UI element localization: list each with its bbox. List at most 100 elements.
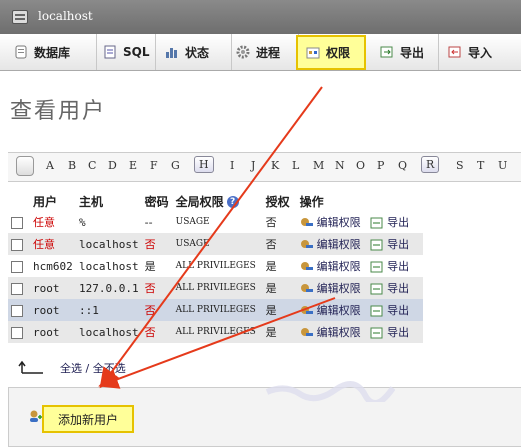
letter-link[interactable]: U <box>498 159 507 172</box>
page-title: 查看用户 <box>10 99 107 124</box>
cell-actions: 编辑权限 导出 <box>296 255 423 277</box>
cell-host: 127.0.0.1 <box>76 277 142 299</box>
tab-status[interactable]: 状态 <box>157 34 232 70</box>
letter-link[interactable]: Q <box>398 159 407 172</box>
letter-link[interactable]: B <box>68 159 76 172</box>
letter-link[interactable]: S <box>456 159 464 172</box>
letter-link[interactable]: A <box>46 159 54 172</box>
tab-processes[interactable]: 进程 <box>228 34 299 70</box>
letter-link[interactable]: K <box>271 159 279 172</box>
edit-privileges-link[interactable]: 编辑权限 <box>317 216 361 229</box>
edit-privileges-icon <box>300 283 314 295</box>
letter-link[interactable]: C <box>88 159 96 172</box>
export-row-link[interactable]: 导出 <box>387 260 409 273</box>
cell-global-priv: ALL PRIVILEGES <box>172 299 263 321</box>
letter-link[interactable]: P <box>377 159 384 172</box>
letter-link[interactable]: L <box>292 159 299 172</box>
sql-icon <box>103 45 117 59</box>
letter-link[interactable]: I <box>230 159 234 172</box>
cell-password: 否 <box>141 299 173 321</box>
export-row-icon <box>370 239 384 251</box>
letter-link[interactable]: J <box>251 159 255 172</box>
gear-icon <box>236 45 250 59</box>
cell-password: 是 <box>141 255 173 277</box>
letter-link[interactable]: O <box>356 159 365 172</box>
export-row-icon <box>370 261 384 273</box>
row-checkbox[interactable] <box>11 216 23 229</box>
tab-import[interactable]: 导入 <box>440 34 518 70</box>
export-icon <box>380 45 394 59</box>
export-row-link[interactable]: 导出 <box>387 326 409 339</box>
edit-privileges-link[interactable]: 编辑权限 <box>317 304 361 317</box>
letter-link[interactable]: T <box>477 159 484 172</box>
users-icon <box>306 46 320 60</box>
deselect-all-link[interactable]: 全不选 <box>93 362 126 375</box>
cell-user: 任意 <box>30 233 76 255</box>
row-checkbox[interactable] <box>11 260 23 273</box>
edit-privileges-link[interactable]: 编辑权限 <box>317 238 361 251</box>
row-checkbox-cell <box>8 255 30 277</box>
select-all-bar: 全选 / 全不选 <box>60 360 126 376</box>
edit-privileges-link[interactable]: 编辑权限 <box>317 282 361 295</box>
row-checkbox[interactable] <box>11 326 23 339</box>
export-row-link[interactable]: 导出 <box>387 304 409 317</box>
table-row: root 127.0.0.1 否 ALL PRIVILEGES 是 编辑权限 导… <box>8 277 423 299</box>
cell-actions: 编辑权限 导出 <box>296 321 423 343</box>
all-letters-button[interactable] <box>16 156 34 176</box>
row-checkbox[interactable] <box>11 282 23 295</box>
letter-link[interactable]: G <box>171 159 180 172</box>
edit-privileges-icon <box>300 305 314 317</box>
tab-databases[interactable]: 数据库 <box>6 34 97 70</box>
row-checkbox[interactable] <box>11 238 23 251</box>
header-user: 用户 <box>30 191 76 211</box>
cell-global-priv: ALL PRIVILEGES <box>172 277 263 299</box>
export-row-link[interactable]: 导出 <box>387 216 409 229</box>
cell-user: root <box>30 321 76 343</box>
edit-privileges-link[interactable]: 编辑权限 <box>317 326 361 339</box>
add-user-button[interactable]: 添加新用户 <box>42 405 134 433</box>
tab-label: 进程 <box>256 45 281 60</box>
table-row: root localhost 否 ALL PRIVILEGES 是 编辑权限 导… <box>8 321 423 343</box>
cell-host: localhost <box>76 233 142 255</box>
letter-link[interactable]: M <box>313 159 324 172</box>
database-icon <box>14 45 28 59</box>
alphabet-filter: A B C D E F G H I J K L M N O P Q R S T … <box>8 152 521 182</box>
letter-link-active[interactable]: H <box>194 156 214 173</box>
tab-export[interactable]: 导出 <box>372 34 439 70</box>
top-tabs: 数据库 SQL 状态 进程 权限 导出 导入 <box>0 34 521 71</box>
cell-actions: 编辑权限 导出 <box>296 211 423 233</box>
cell-grant: 是 <box>262 299 297 321</box>
row-checkbox-cell <box>8 299 30 321</box>
export-row-link[interactable]: 导出 <box>387 238 409 251</box>
cell-user: 任意 <box>30 211 76 233</box>
tab-privileges[interactable]: 权限 <box>296 35 366 70</box>
letter-link[interactable]: F <box>150 159 158 172</box>
export-row-icon <box>370 305 384 317</box>
letter-link[interactable]: N <box>335 159 345 172</box>
export-row-link[interactable]: 导出 <box>387 282 409 295</box>
cell-host: localhost <box>76 255 142 277</box>
header-action: 操作 <box>296 191 423 211</box>
edit-privileges-link[interactable]: 编辑权限 <box>317 260 361 273</box>
cell-host: localhost <box>76 321 142 343</box>
cell-grant: 否 <box>262 233 297 255</box>
cell-grant: 是 <box>262 321 297 343</box>
cell-password: 否 <box>141 277 173 299</box>
cell-actions: 编辑权限 导出 <box>296 233 423 255</box>
row-checkbox[interactable] <box>11 304 23 317</box>
tab-sql[interactable]: SQL <box>95 34 156 70</box>
chart-icon <box>165 45 179 59</box>
cell-host: ::1 <box>76 299 142 321</box>
help-icon[interactable]: ? <box>226 196 239 208</box>
export-row-icon <box>370 217 384 229</box>
cell-actions: 编辑权限 导出 <box>296 299 423 321</box>
select-all-link[interactable]: 全选 <box>60 362 82 375</box>
letter-link-active[interactable]: R <box>421 156 440 173</box>
tab-label: 权限 <box>326 46 351 60</box>
letter-link[interactable]: E <box>129 159 137 172</box>
edit-privileges-icon <box>300 239 314 251</box>
letter-link[interactable]: D <box>108 159 117 172</box>
table-row: 任意 localhost 否 USAGE 否 编辑权限 导出 <box>8 233 423 255</box>
tab-label: 数据库 <box>34 45 71 60</box>
cell-grant: 是 <box>262 255 297 277</box>
